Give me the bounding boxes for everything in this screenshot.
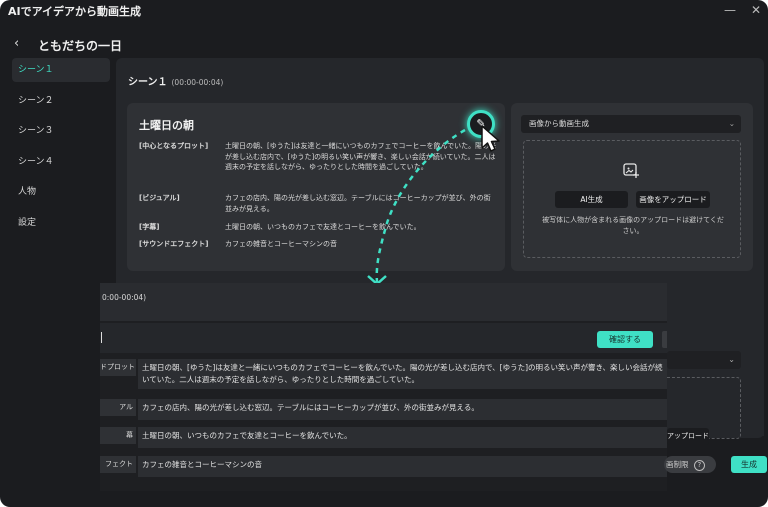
overlay-subtitle-input[interactable]: 土曜日の朝、いつものカフェで友達とコーヒーを飲んでいた。 [138,427,667,448]
overlay-header: 0:00-00:04) [100,283,667,321]
generation-mode-select[interactable]: 画像から動画生成 ⌄ [521,115,741,133]
scene-heading: シーン１ (00:00-00:04) [128,73,223,88]
app-window: AIでアイデアから動画生成 — ✕ ‹ ともだちの一日 シーン１ シーン２ シー… [0,0,768,507]
title-bar: AIでアイデアから動画生成 — ✕ [0,0,768,22]
visual-label: [ビジュアル] [139,194,180,202]
generate-button[interactable]: 生成 [731,456,767,473]
scene-title: シーン１ [128,77,168,88]
overlay-subtitle-label: 幕 [100,427,136,444]
subtitle-value: 土曜日の朝、いつものカフェで友達とコーヒーを飲んでいた。 [225,223,421,231]
overlay-sound-input[interactable]: カフェの雑音とコーヒーマシンの音 [138,456,667,477]
generation-mode-value: 画像から動画生成 [529,119,589,128]
zoomed-edit-overlay: 0:00-00:04) 確認する ドプロット 土曜日の朝、[ゆうた]は友達と一緒… [100,283,668,491]
project-title: ともだちの一日 [38,39,123,53]
sidebar-item-scene-4[interactable]: シーン４ [12,150,110,174]
overlay-visual-input[interactable]: カフェの店内、陽の光が差し込む窓辺。テーブルにはコーヒーカップが並び、外の街並み… [138,399,667,420]
usage-limit-label: 画制限 [666,460,689,469]
plot-label: [中心となるプロット] [139,142,209,150]
scene-time: (00:00-00:04) [171,78,224,87]
confirm-button[interactable]: 確認する [597,331,653,348]
overlay-plot-input[interactable]: 土曜日の朝、[ゆうた]は友達と一緒にいつものカフェでコーヒーを飲んでいた。陽の光… [138,359,667,389]
overlay-sound-label: フェクト [100,456,136,473]
back-icon[interactable]: ‹ [14,36,19,51]
usage-limit-button[interactable]: 画制限 ? [664,456,716,473]
minimize-icon[interactable]: — [722,2,738,18]
card-title: 土曜日の朝 [139,119,194,132]
overlay-plot-label: ドプロット [100,359,136,376]
chevron-down-icon: ⌄ [728,119,735,128]
overlay-time: 0:00-00:04) [102,293,147,302]
plot-value: 土曜日の朝、[ゆうた]は友達と一緒にいつものカフェでコーヒーを飲んでいた。陽の光… [225,142,497,171]
peek-upload-button[interactable]: アップロード [667,428,709,445]
sidebar-item-settings[interactable]: 設定 [12,211,110,235]
sidebar-item-characters[interactable]: 人物 [12,180,110,204]
text-caret [101,332,102,343]
close-icon[interactable]: ✕ [748,2,764,18]
overlay-title-bar [100,323,667,353]
subtitle-label: [字幕] [139,223,160,231]
sidebar-item-scene-1[interactable]: シーン１ [12,58,110,82]
visual-value: カフェの店内、陽の光が差し込む窓辺。テーブルにはコーヒーカップが並び、外の街並み… [225,194,491,213]
sound-effect-label: [サウンドエフェクト] [139,240,209,248]
sidebar-item-scene-3[interactable]: シーン３ [12,119,110,143]
add-image-icon [623,163,639,178]
scene-sidebar: シーン１ シーン２ シーン３ シーン４ 人物 設定 [12,58,110,241]
help-icon: ? [693,460,705,471]
ai-generate-button[interactable]: AI生成 [555,191,628,208]
mouse-cursor-icon [481,125,500,152]
window-title: AIでアイデアから動画生成 [8,5,142,18]
overlay-visual-label: アル [100,399,136,416]
peek-select-chevron-icon[interactable]: ⌄ [667,351,741,369]
upload-image-button[interactable]: 画像をアップロード [636,191,710,208]
sound-effect-value: カフェの雑音とコーヒーマシンの音 [225,240,337,248]
sidebar-item-scene-2[interactable]: シーン２ [12,89,110,113]
upload-hint: 被写体に人物が含まれる画像のアップロードは避けてください。 [542,216,724,235]
